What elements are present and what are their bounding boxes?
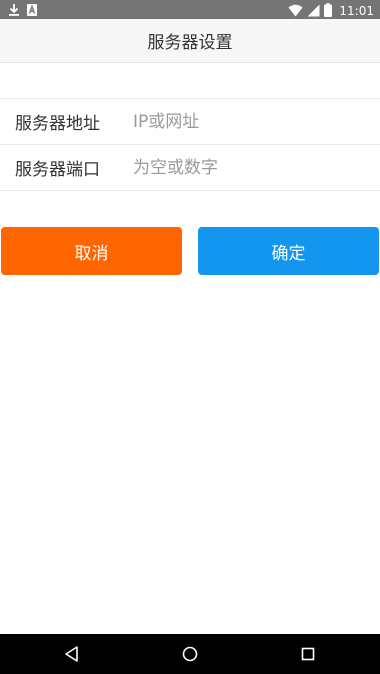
cancel-button[interactable]: 取消 [1,227,182,275]
confirm-button[interactable]: 确定 [198,227,379,275]
server-address-row: 服务器地址 [0,98,380,144]
server-port-row: 服务器端口 [0,144,380,191]
top-spacer [0,63,380,98]
server-address-label: 服务器地址 [15,114,100,134]
page-title: 服务器设置 [147,33,233,53]
server-address-input[interactable] [133,106,380,137]
server-port-label: 服务器端口 [15,160,100,180]
recents-icon[interactable] [296,642,320,666]
status-time: 11:01 [339,4,374,18]
status-bar: 11:01 [0,0,380,19]
server-port-input[interactable] [133,152,380,183]
back-icon[interactable] [60,642,84,666]
title-bar: 服务器设置 [0,19,380,63]
nav-bar [0,634,380,674]
home-icon[interactable] [178,642,202,666]
